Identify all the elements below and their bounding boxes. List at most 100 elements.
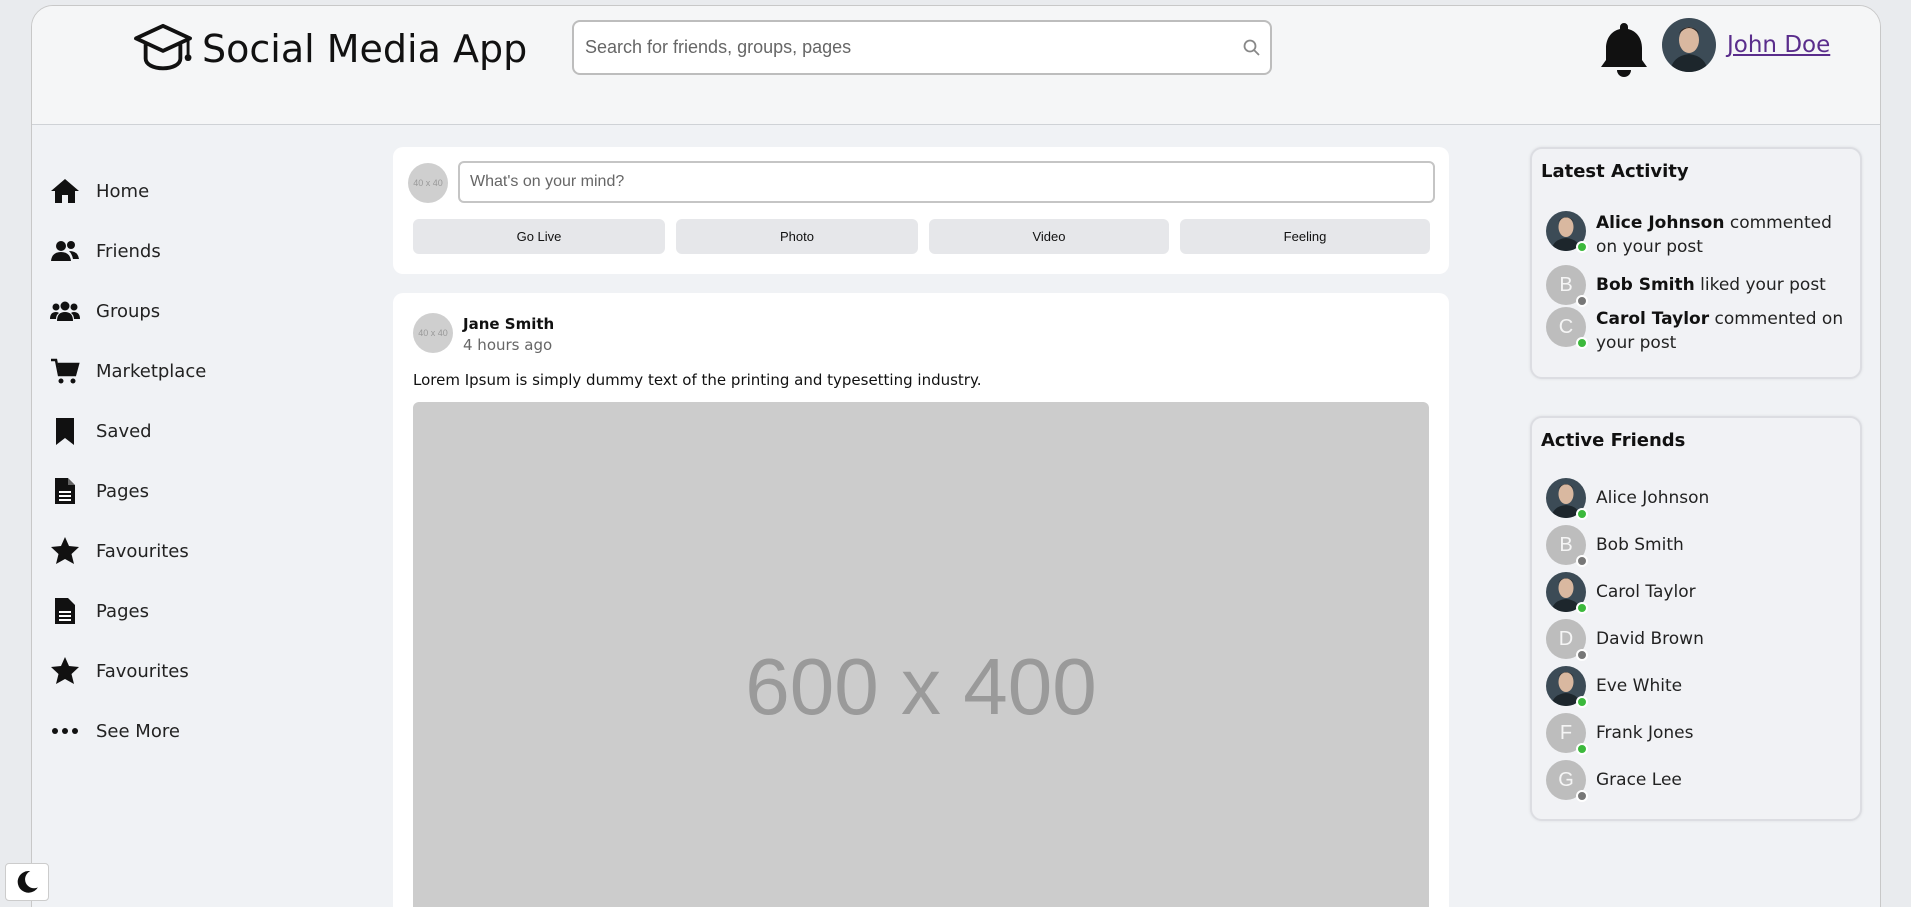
sidebar-item-favourites-2[interactable]: Favourites (50, 641, 350, 701)
sidebar-item-label: Favourites (96, 660, 189, 682)
page-icon (55, 478, 75, 504)
online-status-dot (1576, 508, 1588, 520)
online-status-dot (1576, 602, 1588, 614)
friend-item[interactable]: Eve White (1546, 666, 1683, 708)
sidebar-item-label: Pages (96, 480, 149, 502)
friend-item[interactable]: D David Brown (1546, 619, 1704, 661)
sidebar-item-home[interactable]: Home (50, 161, 350, 221)
bookmark-icon (56, 418, 74, 445)
feed-post: 40 x 40 Jane Smith 4 hours ago Lorem Ips… (393, 293, 1449, 907)
sidebar-item-saved[interactable]: Saved (50, 401, 350, 461)
online-status-dot (1576, 241, 1588, 253)
friend-item[interactable]: Alice Johnson (1546, 478, 1710, 520)
friend-item[interactable]: Carol Taylor (1546, 572, 1696, 614)
active-friends-widget: Active Friends Alice Johnson B Bob Smith… (1530, 416, 1862, 821)
friend-name: Alice Johnson (1596, 488, 1710, 508)
page-icon (55, 598, 75, 624)
sidebar-item-label: Groups (96, 300, 161, 322)
avatar: B (1546, 525, 1588, 567)
post-composer: 40 x 40 Go Live Photo Video Feeling (393, 147, 1449, 274)
sidebar-item-marketplace[interactable]: Marketplace (50, 341, 350, 401)
friend-item[interactable]: B Bob Smith (1546, 525, 1684, 567)
notification-bell-icon[interactable] (1599, 20, 1649, 78)
activity-item[interactable]: Alice Johnson commented on your post (1546, 211, 1856, 259)
avatar: G (1546, 760, 1588, 802)
dark-mode-toggle[interactable] (5, 863, 49, 901)
sidebar-item-see-more[interactable]: See More (50, 701, 350, 761)
post-timestamp: 4 hours ago (463, 336, 553, 354)
user-profile-link[interactable]: John Doe (1727, 32, 1830, 58)
post-author-avatar[interactable]: 40 x 40 (413, 313, 453, 353)
video-button[interactable]: Video (929, 219, 1169, 254)
activity-user[interactable]: Carol Taylor (1596, 309, 1709, 329)
friend-name: Carol Taylor (1596, 582, 1696, 602)
post-image[interactable]: 600 x 400 (413, 402, 1429, 907)
sidebar-item-label: Favourites (96, 540, 189, 562)
friend-item[interactable]: F Frank Jones (1546, 713, 1694, 755)
avatar (1546, 478, 1588, 520)
star-icon (51, 657, 79, 684)
offline-status-dot (1576, 295, 1588, 307)
activity-item[interactable]: B Bob Smith liked your post (1546, 265, 1856, 307)
status-input[interactable] (458, 161, 1435, 203)
avatar: B (1546, 265, 1588, 307)
widget-title: Latest Activity (1541, 161, 1689, 182)
graduation-cap-icon (134, 23, 192, 71)
activity-user[interactable]: Bob Smith (1596, 275, 1695, 295)
search-icon[interactable] (1242, 38, 1262, 58)
activity-text: liked your post (1694, 275, 1826, 295)
friend-name: David Brown (1596, 629, 1704, 649)
image-placeholder-label: 600 x 400 (745, 642, 1097, 731)
friend-item[interactable]: G Grace Lee (1546, 760, 1682, 802)
sidebar-nav: Home Friends Groups Marketplace Saved Pa… (50, 161, 350, 761)
moon-icon (17, 871, 38, 893)
sidebar-item-label: Pages (96, 600, 149, 622)
friend-name: Frank Jones (1596, 723, 1694, 743)
app-title: Social Media App (202, 27, 528, 71)
more-icon (52, 728, 78, 734)
friend-name: Bob Smith (1596, 535, 1684, 555)
app-window: Social Media App John Doe H (31, 5, 1881, 907)
sidebar-item-groups[interactable]: Groups (50, 281, 350, 341)
friends-icon (51, 241, 79, 261)
sidebar-item-pages-2[interactable]: Pages (50, 581, 350, 641)
offline-status-dot (1576, 790, 1588, 802)
post-text: Lorem Ipsum is simply dummy text of the … (413, 371, 982, 389)
cart-icon (51, 358, 80, 384)
go-live-button[interactable]: Go Live (413, 219, 665, 254)
photo-button[interactable]: Photo (676, 219, 918, 254)
online-status-dot (1576, 337, 1588, 349)
activity-user[interactable]: Alice Johnson (1596, 213, 1724, 233)
sidebar-item-label: Saved (96, 420, 152, 442)
avatar (1546, 666, 1588, 708)
online-status-dot (1576, 696, 1588, 708)
sidebar-item-pages[interactable]: Pages (50, 461, 350, 521)
offline-status-dot (1576, 555, 1588, 567)
activity-item[interactable]: C Carol Taylor commented on your post (1546, 307, 1856, 355)
sidebar-item-label: Marketplace (96, 360, 207, 382)
avatar: C (1546, 307, 1588, 349)
app-logo[interactable]: Social Media App (132, 22, 527, 76)
home-icon (51, 179, 79, 203)
sidebar-item-friends[interactable]: Friends (50, 221, 350, 281)
widget-title: Active Friends (1541, 430, 1686, 451)
search-input[interactable] (574, 22, 1214, 73)
sidebar-item-label: Home (96, 180, 150, 202)
top-header: Social Media App John Doe (32, 6, 1880, 125)
sidebar-item-label: See More (96, 720, 180, 742)
groups-icon (50, 301, 80, 321)
star-icon (51, 537, 79, 564)
avatar: F (1546, 713, 1588, 755)
sidebar-item-favourites[interactable]: Favourites (50, 521, 350, 581)
avatar (1546, 572, 1588, 614)
online-status-dot (1576, 743, 1588, 755)
friend-name: Eve White (1596, 676, 1683, 696)
post-author-name[interactable]: Jane Smith (463, 315, 554, 333)
search-box[interactable] (572, 20, 1272, 75)
latest-activity-widget: Latest Activity Alice Johnson commented … (1530, 147, 1862, 379)
user-avatar[interactable] (1662, 18, 1716, 72)
feeling-button[interactable]: Feeling (1180, 219, 1430, 254)
avatar: D (1546, 619, 1588, 661)
offline-status-dot (1576, 649, 1588, 661)
sidebar-item-label: Friends (96, 240, 161, 262)
